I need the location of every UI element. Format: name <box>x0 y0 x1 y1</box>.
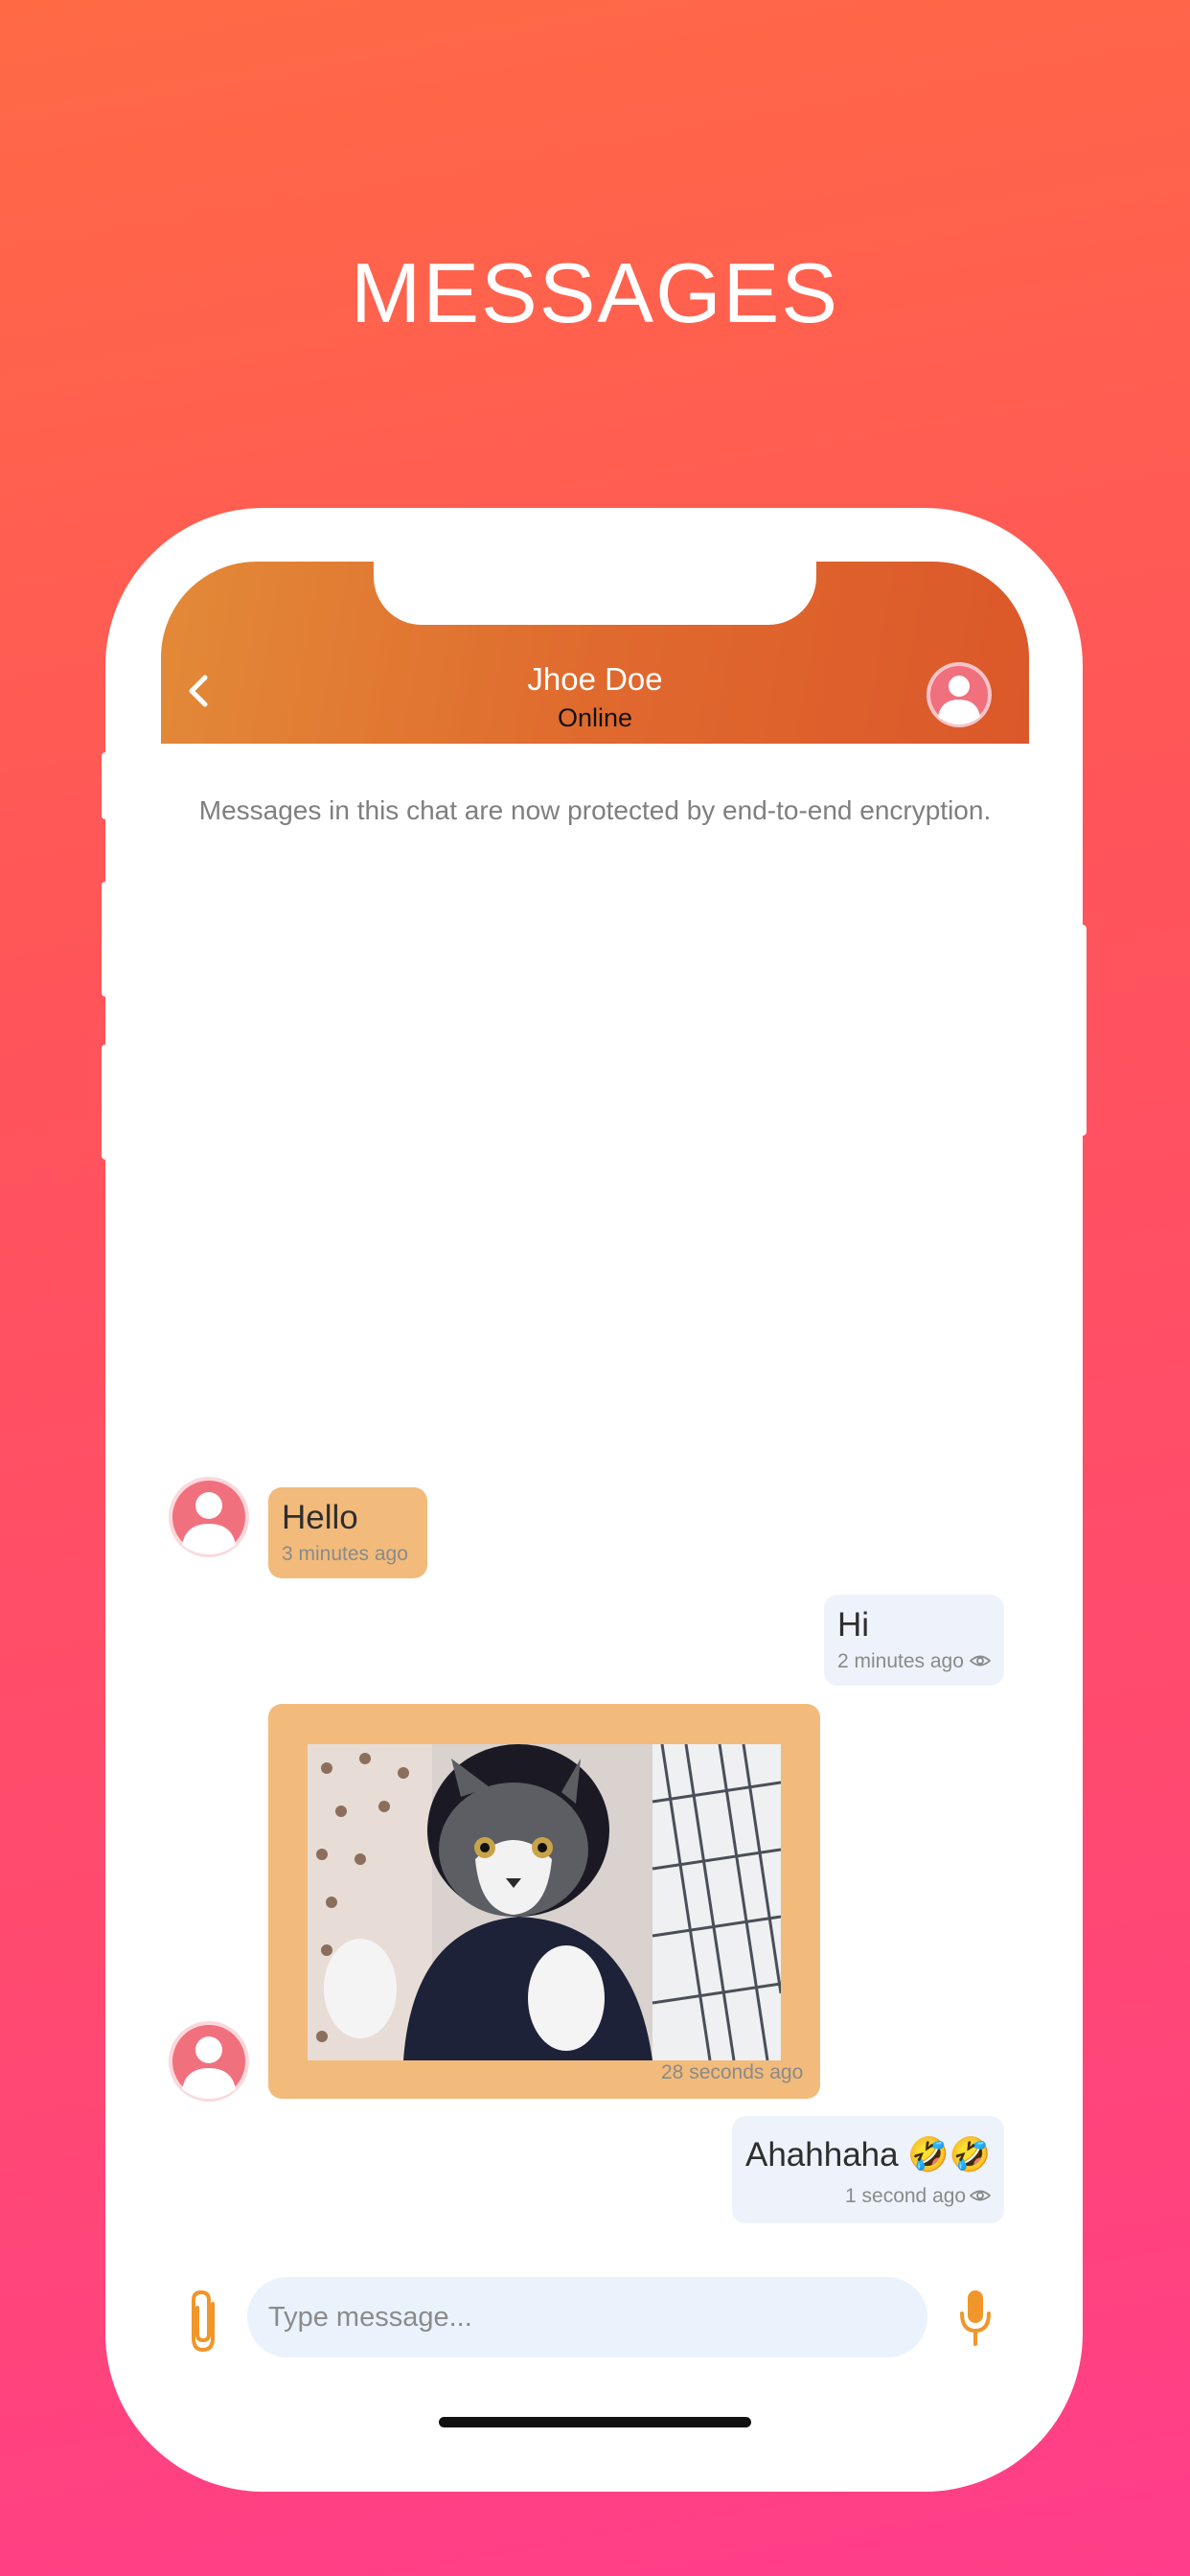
eye-icon <box>970 2190 991 2201</box>
sender-avatar-icon[interactable] <box>168 1476 250 1558</box>
home-indicator[interactable] <box>439 2417 751 2427</box>
chat-header: Jhoe Doe Online <box>161 562 1029 744</box>
contact-name: Jhoe Doe <box>527 661 663 697</box>
message-bubble-outgoing[interactable]: Hi 2 minutes ago <box>824 1595 1004 1686</box>
phone-power-button <box>1079 925 1087 1136</box>
message-bubble-outgoing[interactable]: Ahahhaha 🤣🤣 1 second ago <box>732 2116 1004 2223</box>
message-text: Hi <box>837 1606 870 1644</box>
encryption-notice: Messages in this chat are now protected … <box>198 795 992 825</box>
eye-icon <box>970 1655 991 1667</box>
message-text: Hello <box>282 1499 358 1536</box>
cat-image <box>308 1744 781 2060</box>
image-message-bubble[interactable]: 28 seconds ago <box>268 1704 820 2099</box>
phone-frame: Jhoe Doe Online Messages in this chat ar… <box>102 508 1087 2492</box>
microphone-icon[interactable] <box>956 2287 995 2350</box>
phone-volume-down-button <box>102 1045 109 1160</box>
phone-side-button <box>102 752 109 819</box>
message-timestamp: 2 minutes ago <box>837 1650 964 1672</box>
phone-volume-up-button <box>102 882 109 997</box>
page-headline: MESSAGES <box>351 245 839 340</box>
chat-screen: Jhoe Doe Online Messages in this chat ar… <box>161 562 1029 2438</box>
message-input[interactable] <box>247 2277 927 2358</box>
message-text: Ahahhaha 🤣🤣 <box>745 2136 992 2174</box>
message-timestamp: 28 seconds ago <box>661 2061 804 2083</box>
message-bubble-incoming[interactable]: Hello 3 minutes ago <box>268 1487 427 1578</box>
paperclip-icon[interactable] <box>180 2288 226 2356</box>
message-timestamp: 1 second ago <box>845 2185 967 2207</box>
message-timestamp: 3 minutes ago <box>282 1543 408 1565</box>
phone-notch <box>374 562 816 625</box>
cat-photo[interactable] <box>308 1744 781 2060</box>
contact-status: Online <box>557 703 633 732</box>
user-avatar-icon[interactable] <box>926 661 993 728</box>
sender-avatar-icon[interactable] <box>168 2020 250 2103</box>
